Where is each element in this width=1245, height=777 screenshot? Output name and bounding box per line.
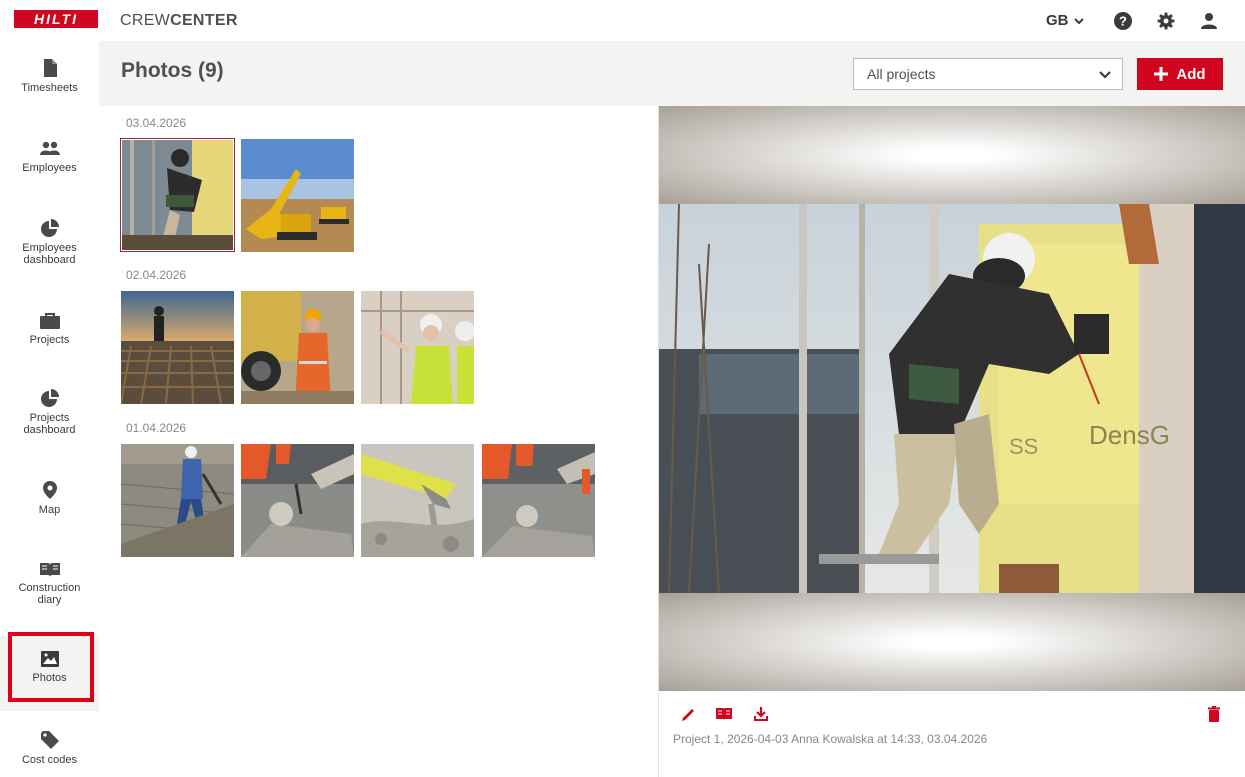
hilti-logo[interactable]: HILTI <box>14 10 98 28</box>
sidebar-item-label: Map <box>38 504 61 516</box>
sidebar-item-label: Employees dashboard <box>22 242 77 266</box>
sidebar-item-employees-dashboard[interactable]: Employees dashboard <box>0 219 99 266</box>
user-icon[interactable] <box>1199 11 1219 31</box>
sidebar-item-employees[interactable]: Employees <box>0 141 99 174</box>
pie-chart-icon <box>40 389 59 407</box>
sidebar-item-label: Timesheets <box>21 82 78 94</box>
app-title: CREWCENTER <box>120 12 238 29</box>
edit-icon[interactable] <box>680 705 698 723</box>
viewer-backdrop <box>659 106 1245 204</box>
photo-info-bar: Project 1, 2026-04-03 Anna Kowalska at 1… <box>658 691 1245 777</box>
sidebar-item-label: Cost codes <box>21 754 78 766</box>
chevron-down-icon <box>1099 71 1111 79</box>
photo-thumbnail[interactable] <box>241 139 354 252</box>
chevron-down-icon <box>1073 17 1084 24</box>
download-icon[interactable] <box>752 705 770 723</box>
people-icon <box>39 141 60 155</box>
active-nav-highlight <box>8 632 94 702</box>
date-group-label: 02.04.2026 <box>126 268 187 282</box>
pie-chart-icon <box>40 219 59 237</box>
sidebar-item-projects[interactable]: Projects <box>0 313 99 346</box>
selected-photo[interactable]: DensG SS <box>659 204 1245 593</box>
book-icon <box>39 563 60 577</box>
photo-viewer: DensG SS <box>658 106 1245 691</box>
add-label: Add <box>1176 65 1206 83</box>
sidebar-item-cost-codes[interactable]: Cost codes <box>0 731 99 766</box>
project-filter-select[interactable]: All projects <box>853 58 1123 90</box>
sidebar-item-label: Employees <box>22 162 77 174</box>
page-title: Photos (9) <box>121 59 224 82</box>
photo-caption: Project 1, 2026-04-03 Anna Kowalska at 1… <box>673 732 988 746</box>
photo-thumbnail[interactable] <box>120 138 235 252</box>
diary-icon[interactable] <box>715 705 733 723</box>
sidebar-item-projects-dashboard[interactable]: Projects dashboard <box>0 389 99 436</box>
sidebar-item-label: Projects <box>29 334 70 346</box>
location-pin-icon <box>42 481 57 499</box>
top-bar: HILTI CREWCENTER GB ? <box>0 0 1245 41</box>
project-filter-value: All projects <box>867 66 936 82</box>
date-group-label: 01.04.2026 <box>126 421 187 435</box>
sidebar-item-map[interactable]: Map <box>0 481 99 516</box>
viewer-backdrop <box>659 593 1245 691</box>
photo-thumbnail[interactable] <box>241 291 354 404</box>
photo-thumbnail[interactable] <box>361 444 474 557</box>
photo-thumbnail[interactable] <box>241 444 354 557</box>
language-selector[interactable]: GB <box>1046 12 1085 29</box>
sidebar-item-label: Construction diary <box>18 582 81 606</box>
svg-text:SS: SS <box>1009 434 1038 459</box>
photo-thumbnail[interactable] <box>482 444 595 557</box>
sidebar-item-timesheets[interactable]: Timesheets <box>0 59 99 94</box>
document-icon <box>43 59 57 77</box>
settings-icon[interactable] <box>1156 11 1176 31</box>
svg-text:?: ? <box>1119 14 1127 29</box>
sidebar-item-construction-diary[interactable]: Construction diary <box>0 561 99 606</box>
language-label: GB <box>1046 12 1069 29</box>
photo-thumbnail[interactable] <box>121 444 234 557</box>
date-group-label: 03.04.2026 <box>126 116 187 130</box>
photo-thumbnail[interactable] <box>121 291 234 404</box>
sidebar-item-label: Projects dashboard <box>23 412 76 436</box>
photo-thumbnail[interactable] <box>361 291 474 404</box>
tag-icon <box>40 731 59 749</box>
plus-icon <box>1154 67 1169 81</box>
add-button[interactable]: Add <box>1137 58 1223 90</box>
briefcase-icon <box>39 313 60 329</box>
help-icon[interactable]: ? <box>1113 11 1133 31</box>
delete-icon[interactable] <box>1205 705 1223 723</box>
svg-text:DensG: DensG <box>1089 420 1170 450</box>
